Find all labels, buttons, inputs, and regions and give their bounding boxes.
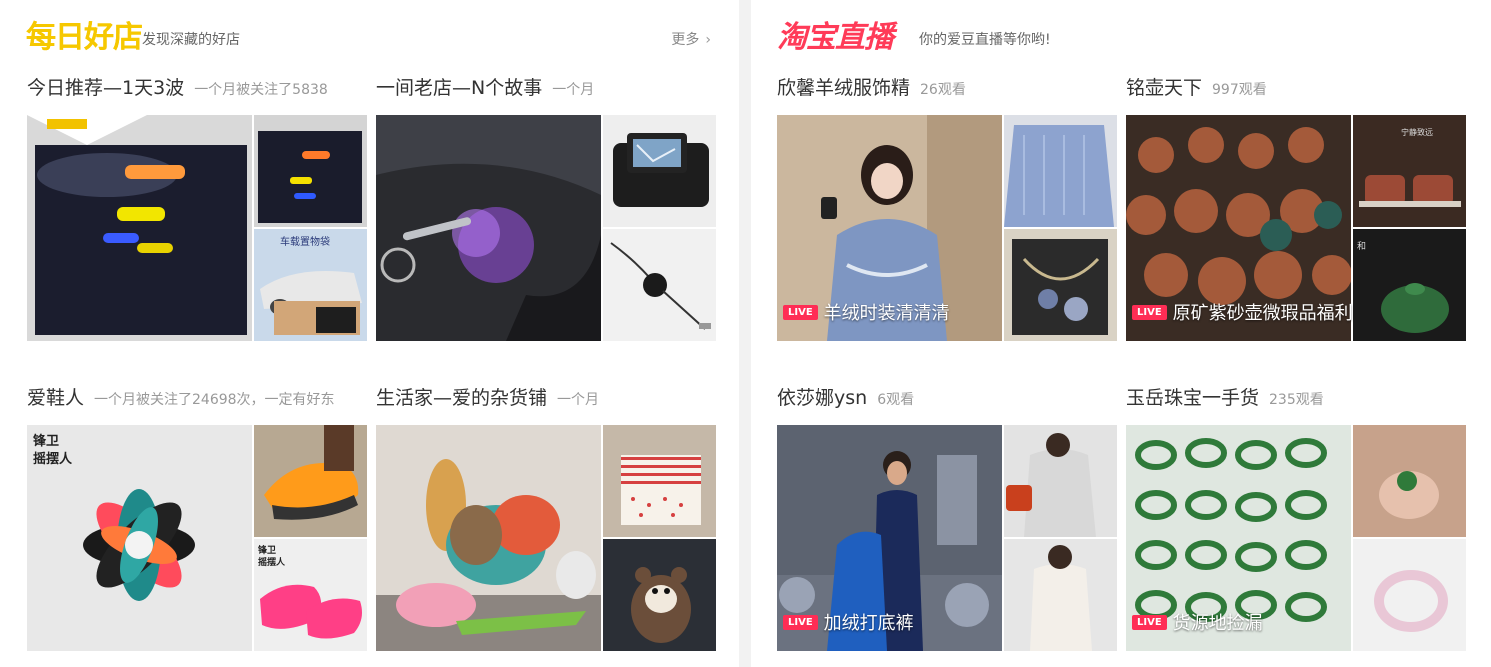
- live-title: 原矿紫砂壶微瑕品福利: [1172, 303, 1353, 324]
- shop-card[interactable]: 一间老店—N个故事 一个月: [376, 75, 716, 341]
- live-card[interactable]: 依莎娜ysn 6观看 LIVE 加绒打底裤: [777, 385, 1117, 651]
- product-image-small[interactable]: [1004, 229, 1117, 341]
- viewer-count: 997观看: [1212, 82, 1267, 98]
- viewer-count: 235观看: [1269, 392, 1324, 408]
- svg-text:锋卫: 锋卫: [33, 433, 59, 449]
- shop-images[interactable]: [376, 115, 716, 341]
- shop-card-title[interactable]: 今日推荐—1天3波 一个月被关注了5838: [27, 75, 367, 101]
- svg-text:锋卫: 锋卫: [258, 544, 276, 556]
- live-indicator: LIVE 加绒打底裤: [783, 609, 914, 635]
- shop-name[interactable]: 今日推荐—1天3波: [27, 77, 184, 99]
- good-shops-logo[interactable]: 每日好店: [26, 20, 143, 56]
- product-image-small[interactable]: 和: [1353, 229, 1466, 341]
- svg-text:摇摆人: 摇摆人: [258, 556, 286, 568]
- product-image-main[interactable]: [27, 115, 252, 341]
- anchor-name[interactable]: 玉岳珠宝一手货: [1126, 387, 1259, 409]
- shop-card-title[interactable]: 生活家—爱的杂货铺 一个月: [376, 385, 716, 411]
- live-card-title[interactable]: 依莎娜ysn 6观看: [777, 385, 1117, 411]
- chevron-right-icon: ›: [705, 32, 711, 48]
- shop-card[interactable]: 今日推荐—1天3波 一个月被关注了5838 车载置物袋: [27, 75, 367, 341]
- taobao-live-logo[interactable]: 淘宝直播: [777, 20, 894, 56]
- anchor-name[interactable]: 依莎娜ysn: [777, 387, 867, 409]
- shop-name[interactable]: 一间老店—N个故事: [376, 77, 542, 99]
- shop-name[interactable]: 爱鞋人: [27, 387, 84, 409]
- live-images[interactable]: 宁静致远 和 LIVE 原矿紫砂壶微瑕品福利: [1126, 115, 1466, 341]
- shop-images[interactable]: [376, 425, 716, 651]
- live-title: 货源地捡漏: [1172, 613, 1263, 634]
- live-title: 加绒打底裤: [823, 613, 914, 634]
- product-image-small[interactable]: [1004, 115, 1117, 227]
- shop-meta: 一个月被关注了5838: [194, 82, 328, 98]
- svg-text:和: 和: [1357, 241, 1366, 252]
- live-badge: LIVE: [1132, 304, 1167, 320]
- live-indicator: LIVE 羊绒时装清清清: [783, 299, 950, 325]
- shop-card-title[interactable]: 爱鞋人 一个月被关注了24698次，一定有好东: [27, 385, 367, 411]
- svg-text:摇摆人: 摇摆人: [33, 451, 73, 467]
- live-card-title[interactable]: 玉岳珠宝一手货 235观看: [1126, 385, 1466, 411]
- product-image-small[interactable]: [1353, 539, 1466, 651]
- anchor-name[interactable]: 欣馨羊绒服饰精: [777, 77, 910, 99]
- live-badge: LIVE: [783, 614, 818, 630]
- live-card[interactable]: 铭壶天下 997观看 宁静致远 和 LIVE 原矿紫砂壶微瑕品福利: [1126, 75, 1466, 341]
- anchor-name[interactable]: 铭壶天下: [1126, 77, 1202, 99]
- live-images[interactable]: LIVE 加绒打底裤: [777, 425, 1117, 651]
- product-image-small[interactable]: [1353, 425, 1466, 537]
- product-image-small[interactable]: [603, 115, 716, 227]
- live-card-title[interactable]: 铭壶天下 997观看: [1126, 75, 1466, 101]
- product-image-main[interactable]: [376, 115, 601, 341]
- shop-meta: 一个月: [557, 392, 600, 408]
- product-image-small[interactable]: [254, 115, 367, 227]
- shop-images[interactable]: 锋卫 摇摆人 锋卫 摇摆人: [27, 425, 367, 651]
- shop-name[interactable]: 生活家—爱的杂货铺: [376, 387, 547, 409]
- product-image-small[interactable]: 锋卫 摇摆人: [254, 539, 367, 651]
- product-image-small[interactable]: [1004, 539, 1117, 651]
- svg-text:车载置物袋: 车载置物袋: [280, 235, 330, 248]
- shop-card[interactable]: 爱鞋人 一个月被关注了24698次，一定有好东 锋卫 摇摆人 锋卫 摇摆人: [27, 385, 367, 651]
- taobao-live-subtitle: 你的爱豆直播等你哟!: [919, 32, 1051, 48]
- product-image-small[interactable]: [603, 425, 716, 537]
- shop-images[interactable]: 车载置物袋: [27, 115, 367, 341]
- live-images[interactable]: LIVE 羊绒时装清清清: [777, 115, 1117, 341]
- live-badge: LIVE: [783, 304, 818, 320]
- live-badge: LIVE: [1132, 614, 1167, 630]
- product-image-main[interactable]: 锋卫 摇摆人: [27, 425, 252, 651]
- viewer-count: 26观看: [920, 82, 966, 98]
- shop-meta: 一个月: [552, 82, 595, 98]
- live-images[interactable]: LIVE 货源地捡漏: [1126, 425, 1466, 651]
- taobao-live-panel: 淘宝直播 你的爱豆直播等你哟! 欣馨羊绒服饰精 26观看 LIVE 羊绒时装清清…: [751, 0, 1491, 667]
- more-label[interactable]: 更多: [671, 32, 699, 48]
- live-indicator: LIVE 货源地捡漏: [1132, 609, 1263, 635]
- shop-meta: 一个月被关注了24698次，一定有好东: [94, 392, 335, 408]
- live-card-title[interactable]: 欣馨羊绒服饰精 26观看: [777, 75, 1117, 101]
- product-image-main[interactable]: [376, 425, 601, 651]
- viewer-count: 6观看: [877, 392, 915, 408]
- product-image-small[interactable]: [603, 229, 716, 341]
- product-image-small[interactable]: 车载置物袋: [254, 229, 367, 341]
- product-image-small[interactable]: [254, 425, 367, 537]
- live-card[interactable]: 欣馨羊绒服饰精 26观看 LIVE 羊绒时装清清清: [777, 75, 1117, 341]
- product-image-small[interactable]: 宁静致远: [1353, 115, 1466, 227]
- svg-text:宁静致远: 宁静致远: [1401, 127, 1433, 137]
- live-title: 羊绒时装清清清: [823, 303, 950, 324]
- good-shops-subtitle: 发现深藏的好店: [142, 32, 240, 48]
- shop-card-title[interactable]: 一间老店—N个故事 一个月: [376, 75, 716, 101]
- live-card[interactable]: 玉岳珠宝一手货 235观看 LIVE 货源地捡漏: [1126, 385, 1466, 651]
- shop-card[interactable]: 生活家—爱的杂货铺 一个月: [376, 385, 716, 651]
- product-image-small[interactable]: [1004, 425, 1117, 537]
- good-shops-panel: 每日好店 发现深藏的好店 更多 › 今日推荐—1天3波一个月被关注了5838: [0, 0, 739, 667]
- live-indicator: LIVE 原矿紫砂壶微瑕品福利: [1132, 299, 1353, 325]
- more-link[interactable]: 更多 ›: [671, 30, 711, 50]
- product-image-small[interactable]: [603, 539, 716, 651]
